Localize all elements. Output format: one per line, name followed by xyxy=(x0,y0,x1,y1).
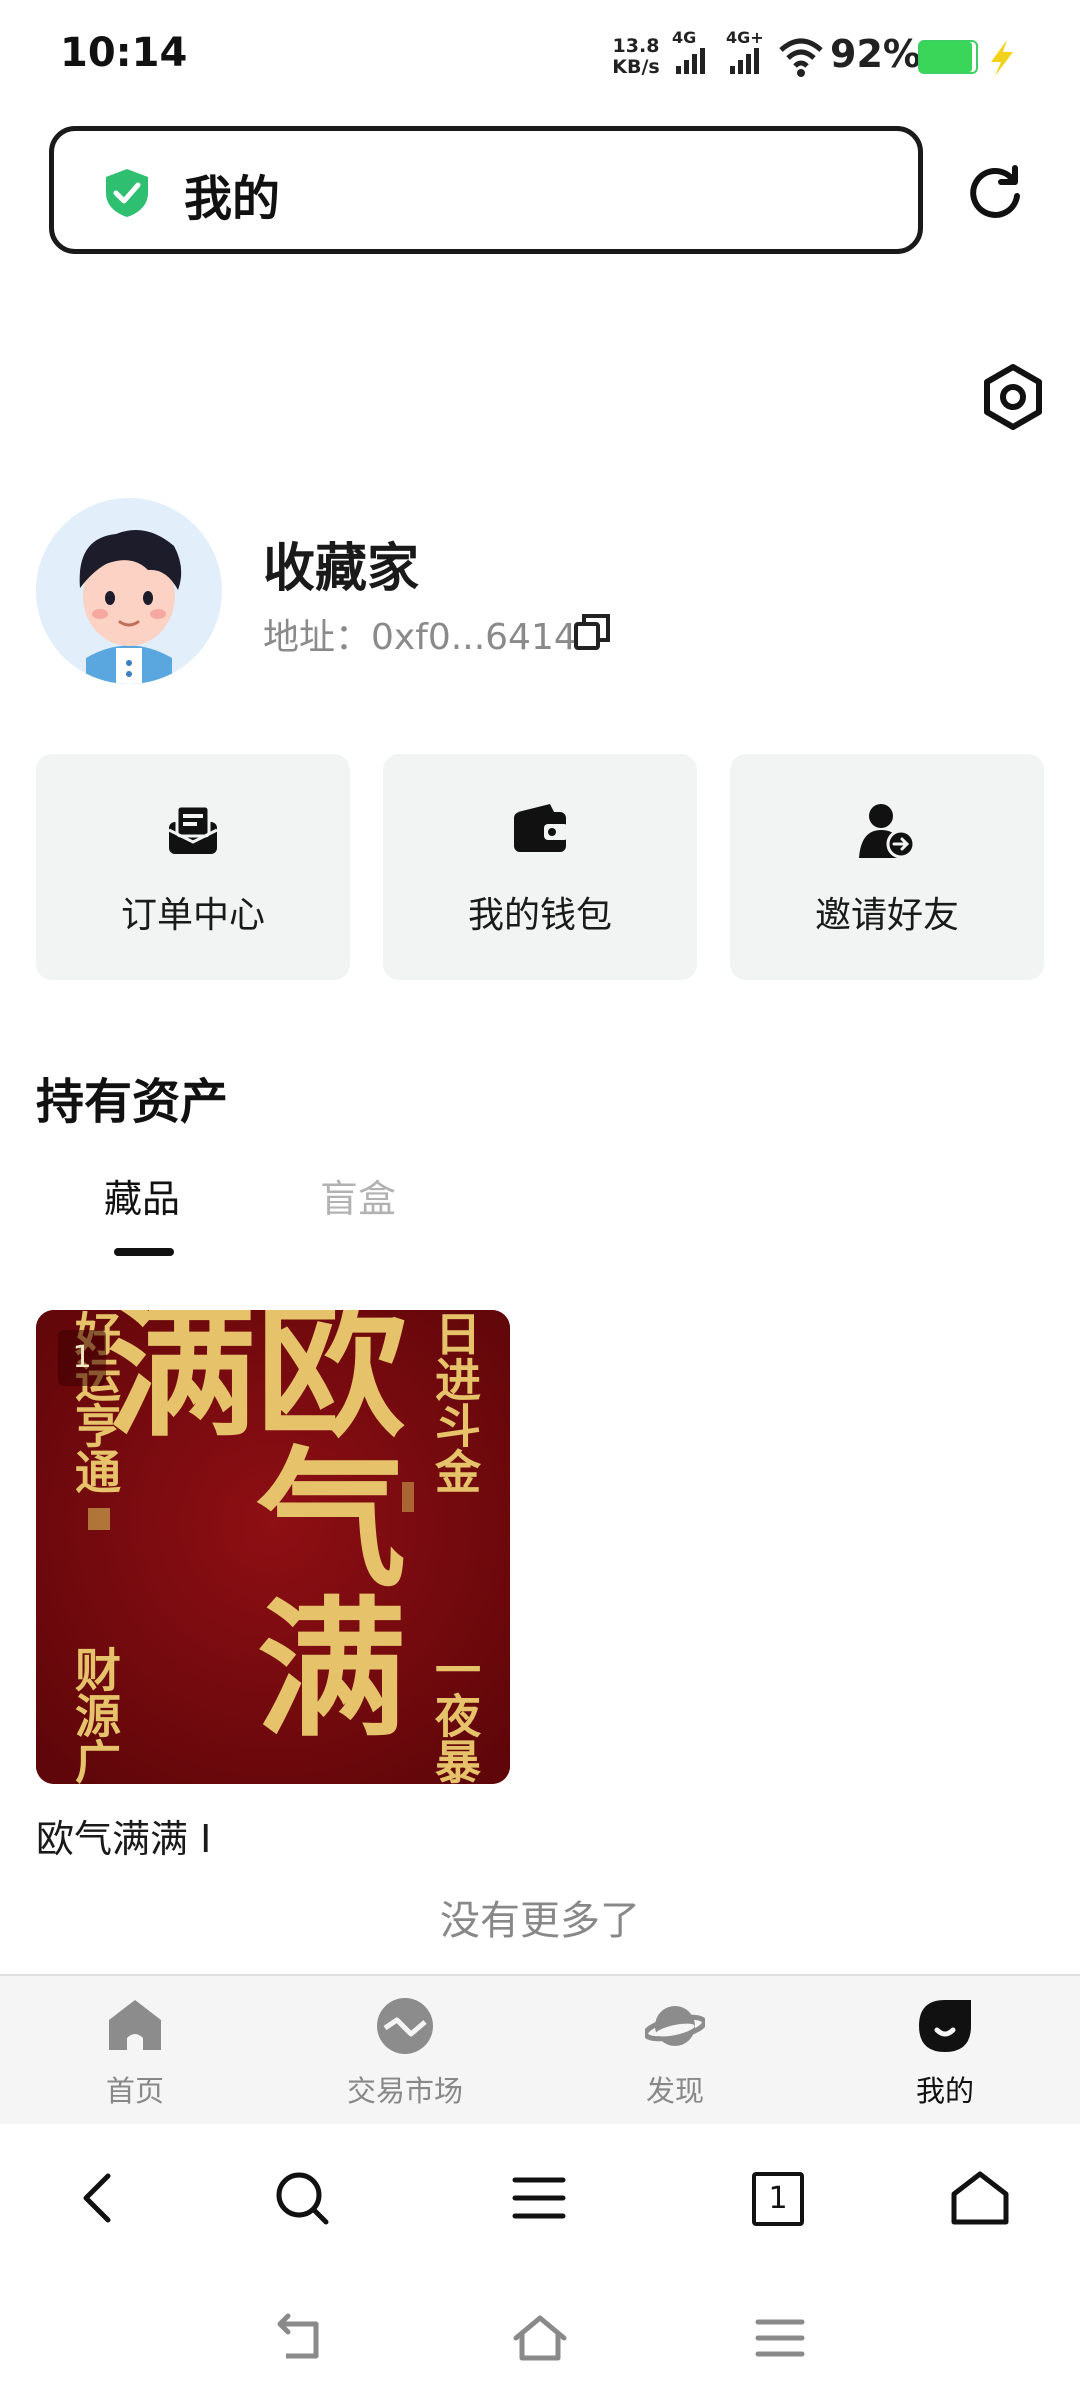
wifi-icon xyxy=(779,38,823,77)
invite-friends-label: 邀请好友 xyxy=(814,895,959,936)
list-end-text: 没有更多了 xyxy=(440,1898,640,1944)
status-bar: 10:14 13.8 KB/s 4G 4G+ 92% xyxy=(0,0,1080,120)
system-recents-icon[interactable] xyxy=(752,2312,808,2364)
reload-icon[interactable] xyxy=(963,160,1027,224)
invite-friends-card[interactable]: 邀请好友 xyxy=(730,754,1044,980)
wallet-icon xyxy=(514,804,568,852)
nft-calligraphy-left-bottom: 财源广 xyxy=(68,1646,122,1784)
my-wallet-label: 我的钱包 xyxy=(467,895,612,936)
order-icon xyxy=(168,804,218,854)
address-bar-title: 我的 xyxy=(184,171,281,227)
planet-icon xyxy=(645,2006,705,2046)
battery-icon xyxy=(918,40,978,74)
nav-item-discover[interactable]: 发现 xyxy=(575,1976,775,2124)
browser-address-bar[interactable]: 我的 xyxy=(49,126,923,254)
nav-label-discover: 发现 xyxy=(645,2074,704,2108)
copy-icon[interactable] xyxy=(572,612,612,652)
order-center-label: 订单中心 xyxy=(120,895,265,936)
nft-calligraphy-main: 欧气满满 xyxy=(81,1310,407,1740)
search-icon[interactable] xyxy=(272,2168,332,2228)
nav-label-home: 首页 xyxy=(105,2074,164,2108)
tabs-button[interactable]: 1 xyxy=(748,2168,808,2228)
nft-image[interactable]: 欧气满满 好运亨通 日进斗金 财源广 一夜暴 xyxy=(36,1310,510,1784)
wallet-address: 地址：0xf0...6414 xyxy=(263,608,577,660)
nav-item-profile[interactable]: 我的 xyxy=(845,1976,1045,2124)
browser-toolbar: 1 xyxy=(0,2124,1080,2272)
cell-signal-icon: 4G+ xyxy=(726,28,770,78)
tab-count: 1 xyxy=(752,2172,804,2226)
assets-section-title: 持有资产 xyxy=(36,1074,229,1130)
nav-item-market[interactable]: 交易市场 xyxy=(305,1976,505,2124)
charging-bolt-icon xyxy=(991,40,1013,76)
nav-label-profile: 我的 xyxy=(915,2074,974,2108)
menu-icon[interactable] xyxy=(509,2168,569,2228)
order-center-card[interactable]: 订单中心 xyxy=(36,754,350,980)
user-nickname: 收藏家 xyxy=(263,539,420,599)
home-icon xyxy=(109,2000,161,2050)
market-icon xyxy=(377,1998,433,2054)
nft-calligraphy-right-bottom: 一夜暴 xyxy=(428,1646,482,1784)
profile-icon xyxy=(919,2000,971,2052)
system-home-icon[interactable] xyxy=(512,2312,568,2364)
settings-icon[interactable] xyxy=(978,362,1048,432)
tab-blind-box[interactable]: 盲盒 xyxy=(320,1168,396,1223)
active-tab-indicator xyxy=(114,1248,174,1256)
home-page-icon[interactable] xyxy=(950,2168,1010,2228)
status-time: 10:14 xyxy=(60,30,188,76)
wallet-address-value: 0xf0...6414 xyxy=(371,617,577,658)
system-back-icon[interactable] xyxy=(272,2312,328,2364)
my-wallet-card[interactable]: 我的钱包 xyxy=(383,754,697,980)
back-icon[interactable] xyxy=(70,2168,130,2228)
avatar[interactable] xyxy=(36,498,222,684)
wallet-address-label: 地址： xyxy=(263,617,372,658)
battery-percentage: 92% xyxy=(830,32,921,76)
app-bottom-nav: 首页 交易市场 发现 我的 xyxy=(0,1974,1080,2124)
network-speed-unit: KB/s xyxy=(612,56,660,78)
nft-calligraphy-right: 日进斗金 xyxy=(428,1310,482,1494)
system-navigation-bar xyxy=(0,2272,1080,2400)
nav-label-market: 交易市场 xyxy=(346,2074,463,2108)
secure-shield-icon xyxy=(106,169,148,217)
network-speed: 13.8 KB/s xyxy=(612,36,660,78)
network-speed-value: 13.8 xyxy=(612,35,660,57)
nav-item-home[interactable]: 首页 xyxy=(35,1976,235,2124)
invite-user-icon xyxy=(859,804,916,859)
tab-collectibles[interactable]: 藏品 xyxy=(104,1168,180,1223)
cell-signal-icon: 4G xyxy=(672,28,716,78)
nft-count-badge: 1 xyxy=(58,1330,106,1386)
nft-name[interactable]: 欧气满满 I xyxy=(36,1808,211,1863)
